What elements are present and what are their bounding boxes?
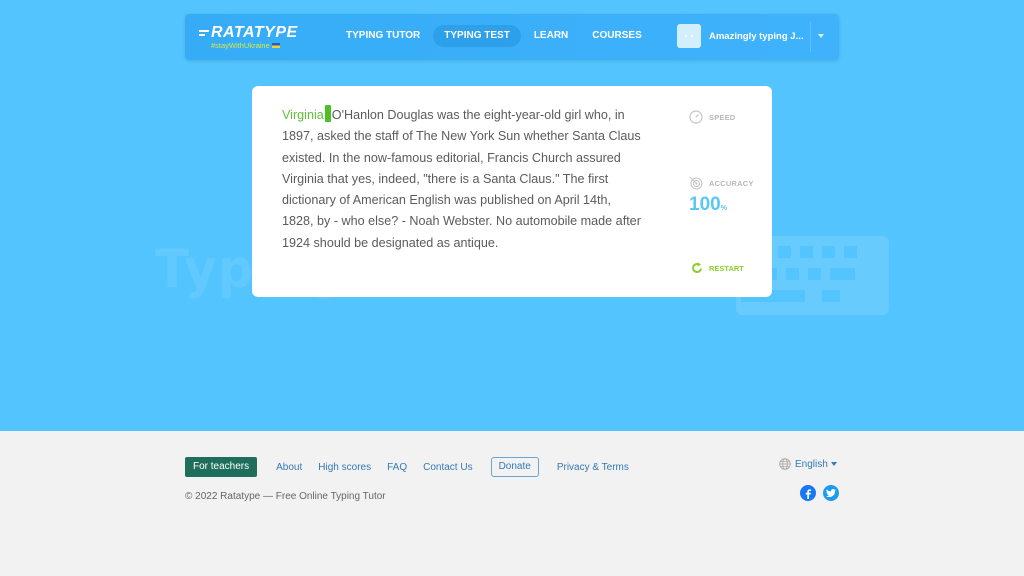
accuracy-stat: ACCURACY: [689, 176, 754, 190]
copyright-text: © 2022 Ratatype — Free Online Typing Tut…: [185, 491, 386, 502]
speed-stat: SPEED: [689, 110, 735, 124]
caret-down-icon: [830, 462, 837, 466]
typing-cursor: [324, 105, 331, 122]
target-icon: [689, 176, 703, 190]
donate-button[interactable]: Donate: [490, 457, 539, 477]
footer-link-contact[interactable]: Contact Us: [423, 462, 472, 473]
remaining-text: O'Hanlon Douglas was the eight-year-old …: [282, 108, 641, 250]
accuracy-value: 100%: [689, 194, 727, 216]
footer-link-privacy[interactable]: Privacy & Terms: [557, 462, 629, 473]
restart-label: RESTART: [709, 263, 744, 273]
speedometer-icon: [689, 110, 703, 124]
nav-typing-test[interactable]: TYPING TEST: [433, 25, 521, 47]
avatar[interactable]: [677, 24, 701, 48]
logo-tagline: #stayWithUkraine: [211, 41, 270, 50]
top-navbar: RATATYPE #stayWithUkraine TYPING TUTOR T…: [185, 14, 839, 60]
divider: [810, 22, 811, 52]
user-name[interactable]: Amazingly typing J...: [709, 31, 804, 42]
footer-link-high-scores[interactable]: High scores: [318, 462, 371, 473]
typing-test-card: Virginia O'Hanlon Douglas was the eight-y…: [252, 86, 772, 297]
globe-icon: [779, 458, 791, 470]
language-label[interactable]: English: [795, 459, 828, 470]
accuracy-number: 100: [689, 194, 721, 215]
ukraine-flag-icon: [271, 43, 280, 48]
typing-text-area[interactable]: Virginia O'Hanlon Douglas was the eight-y…: [282, 105, 642, 254]
restart-button[interactable]: RESTART: [691, 262, 744, 274]
typed-text: Virginia: [282, 108, 324, 122]
for-teachers-button[interactable]: For teachers: [185, 457, 258, 477]
logo-lines-icon: [199, 29, 209, 37]
nav-learn[interactable]: LEARN: [523, 25, 579, 47]
nav-courses[interactable]: COURSES: [581, 25, 652, 47]
logo-text: RATATYPE: [211, 24, 298, 41]
speed-label: SPEED: [709, 112, 736, 122]
footer-links: For teachers About High scores FAQ Conta…: [185, 457, 645, 477]
footer-link-faq[interactable]: FAQ: [387, 462, 407, 473]
footer-link-about[interactable]: About: [276, 462, 302, 473]
nav-typing-tutor[interactable]: TYPING TUTOR: [335, 25, 431, 47]
restart-icon: [692, 262, 702, 273]
facebook-icon[interactable]: [800, 485, 816, 501]
accuracy-label: ACCURACY: [709, 178, 754, 188]
main-nav: TYPING TUTOR TYPING TEST LEARN COURSES: [335, 25, 655, 47]
accuracy-unit: %: [720, 205, 727, 212]
language-selector[interactable]: English: [779, 458, 837, 470]
chevron-down-icon[interactable]: [818, 34, 824, 38]
stats-panel: SPEED ACCURACY 100% RESTART: [689, 86, 772, 297]
ratatype-logo[interactable]: RATATYPE #stayWithUkraine: [199, 24, 298, 50]
twitter-icon[interactable]: [823, 485, 839, 501]
user-menu[interactable]: Amazingly typing J...: [677, 24, 804, 48]
social-links: [800, 485, 839, 501]
